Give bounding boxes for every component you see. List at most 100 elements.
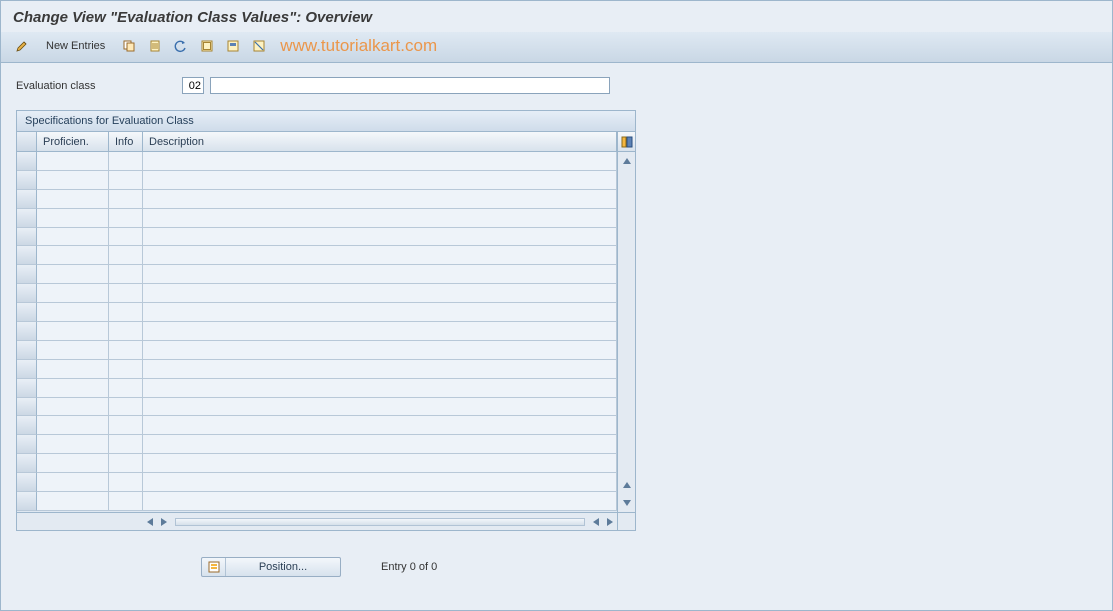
- cell-info[interactable]: [109, 209, 143, 228]
- cell-description[interactable]: [143, 454, 617, 473]
- table-row[interactable]: [17, 284, 617, 303]
- cell-info[interactable]: [109, 492, 143, 511]
- toggle-change-icon[interactable]: [11, 36, 33, 56]
- row-selector[interactable]: [17, 398, 37, 417]
- table-row[interactable]: [17, 171, 617, 190]
- table-row[interactable]: [17, 152, 617, 171]
- row-selector[interactable]: [17, 303, 37, 322]
- row-selector[interactable]: [17, 473, 37, 492]
- row-selector[interactable]: [17, 265, 37, 284]
- cell-proficien[interactable]: [37, 152, 109, 171]
- evaluation-class-desc-input[interactable]: [210, 77, 610, 94]
- cell-proficien[interactable]: [37, 473, 109, 492]
- scroll-right-end-icon[interactable]: [603, 515, 617, 529]
- cell-description[interactable]: [143, 341, 617, 360]
- cell-description[interactable]: [143, 322, 617, 341]
- cell-description[interactable]: [143, 265, 617, 284]
- row-selector[interactable]: [17, 379, 37, 398]
- cell-info[interactable]: [109, 246, 143, 265]
- table-row[interactable]: [17, 435, 617, 454]
- cell-proficien[interactable]: [37, 209, 109, 228]
- table-row[interactable]: [17, 265, 617, 284]
- scroll-right-start-icon[interactable]: [157, 515, 171, 529]
- table-row[interactable]: [17, 341, 617, 360]
- scroll-left-end-icon[interactable]: [589, 515, 603, 529]
- hscroll-track[interactable]: [175, 518, 585, 526]
- deselect-all-icon[interactable]: [248, 36, 270, 56]
- position-button[interactable]: Position...: [201, 557, 341, 577]
- row-selector[interactable]: [17, 341, 37, 360]
- table-row[interactable]: [17, 398, 617, 417]
- cell-proficien[interactable]: [37, 435, 109, 454]
- row-selector[interactable]: [17, 171, 37, 190]
- cell-proficien[interactable]: [37, 322, 109, 341]
- row-selector[interactable]: [17, 435, 37, 454]
- cell-description[interactable]: [143, 190, 617, 209]
- table-row[interactable]: [17, 379, 617, 398]
- scroll-down-icon[interactable]: [620, 496, 634, 510]
- row-selector[interactable]: [17, 416, 37, 435]
- scroll-left-start-icon[interactable]: [143, 515, 157, 529]
- cell-proficien[interactable]: [37, 492, 109, 511]
- grid-config-icon[interactable]: [617, 132, 635, 151]
- vertical-scrollbar[interactable]: [617, 152, 635, 512]
- cell-description[interactable]: [143, 492, 617, 511]
- delete-icon[interactable]: [144, 36, 166, 56]
- col-description[interactable]: Description: [143, 132, 617, 151]
- undo-icon[interactable]: [170, 36, 192, 56]
- cell-description[interactable]: [143, 171, 617, 190]
- horizontal-scrollbar[interactable]: [17, 512, 635, 530]
- col-info[interactable]: Info: [109, 132, 143, 151]
- row-selector[interactable]: [17, 360, 37, 379]
- cell-description[interactable]: [143, 473, 617, 492]
- cell-proficien[interactable]: [37, 379, 109, 398]
- cell-proficien[interactable]: [37, 416, 109, 435]
- cell-description[interactable]: [143, 303, 617, 322]
- evaluation-class-code-input[interactable]: [182, 77, 204, 94]
- select-all-icon[interactable]: [196, 36, 218, 56]
- table-row[interactable]: [17, 190, 617, 209]
- table-row[interactable]: [17, 454, 617, 473]
- cell-info[interactable]: [109, 190, 143, 209]
- cell-info[interactable]: [109, 435, 143, 454]
- cell-info[interactable]: [109, 228, 143, 247]
- cell-info[interactable]: [109, 341, 143, 360]
- cell-proficien[interactable]: [37, 360, 109, 379]
- table-row[interactable]: [17, 416, 617, 435]
- cell-proficien[interactable]: [37, 341, 109, 360]
- cell-info[interactable]: [109, 171, 143, 190]
- cell-info[interactable]: [109, 284, 143, 303]
- table-row[interactable]: [17, 246, 617, 265]
- new-entries-button[interactable]: New Entries: [37, 36, 114, 56]
- cell-info[interactable]: [109, 398, 143, 417]
- table-row[interactable]: [17, 303, 617, 322]
- row-selector[interactable]: [17, 152, 37, 171]
- copy-as-icon[interactable]: [118, 36, 140, 56]
- scroll-up-icon[interactable]: [620, 154, 634, 168]
- cell-info[interactable]: [109, 322, 143, 341]
- table-row[interactable]: [17, 360, 617, 379]
- row-selector[interactable]: [17, 228, 37, 247]
- cell-proficien[interactable]: [37, 398, 109, 417]
- cell-description[interactable]: [143, 379, 617, 398]
- cell-proficien[interactable]: [37, 190, 109, 209]
- row-selector[interactable]: [17, 322, 37, 341]
- row-selector[interactable]: [17, 284, 37, 303]
- cell-proficien[interactable]: [37, 284, 109, 303]
- table-row[interactable]: [17, 492, 617, 511]
- select-block-icon[interactable]: [222, 36, 244, 56]
- row-selector[interactable]: [17, 492, 37, 511]
- cell-description[interactable]: [143, 209, 617, 228]
- cell-proficien[interactable]: [37, 246, 109, 265]
- cell-description[interactable]: [143, 416, 617, 435]
- cell-info[interactable]: [109, 473, 143, 492]
- cell-proficien[interactable]: [37, 303, 109, 322]
- cell-info[interactable]: [109, 416, 143, 435]
- cell-info[interactable]: [109, 265, 143, 284]
- row-selector[interactable]: [17, 454, 37, 473]
- table-row[interactable]: [17, 322, 617, 341]
- cell-proficien[interactable]: [37, 171, 109, 190]
- cell-description[interactable]: [143, 360, 617, 379]
- cell-description[interactable]: [143, 152, 617, 171]
- cell-proficien[interactable]: [37, 454, 109, 473]
